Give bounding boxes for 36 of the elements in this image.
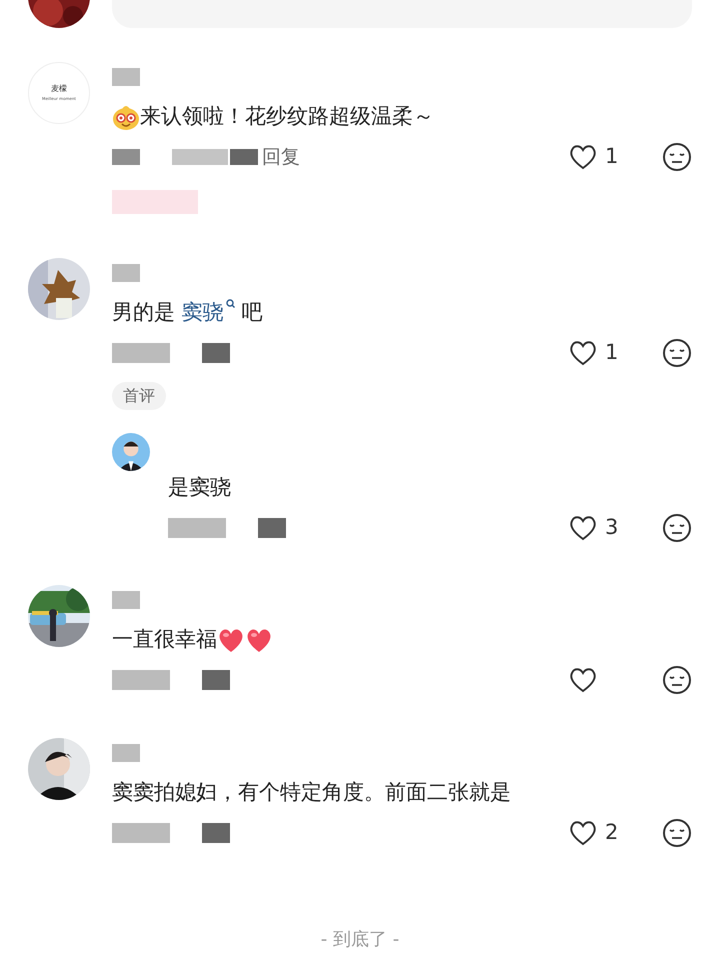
redaction-block [168, 518, 226, 538]
comment-text: 是窦骁 [168, 474, 231, 502]
redaction-block [258, 518, 286, 538]
redaction-block [230, 149, 258, 165]
like-count: 3 [605, 514, 618, 542]
redaction-block [112, 264, 140, 282]
redaction-block [112, 670, 170, 690]
redaction-block [112, 744, 140, 762]
dislike-icon[interactable] [662, 818, 692, 848]
topic-link[interactable]: 窦骁 [182, 297, 235, 329]
like-count: 1 [605, 339, 618, 366]
redaction-block [202, 823, 230, 843]
dislike-icon[interactable] [662, 665, 692, 695]
redaction-block [112, 68, 140, 86]
reply-link[interactable]: 回复 [262, 142, 300, 172]
redaction-block [112, 823, 170, 843]
redaction-block [112, 343, 170, 363]
dislike-icon[interactable] [662, 513, 692, 543]
comment-text: 窦窦拍媳妇，有个特定角度。前面二张就是 [112, 779, 511, 806]
dislike-icon[interactable] [662, 142, 692, 172]
redaction-block [202, 343, 230, 363]
comment-text: 来认领啦！花纱纹路超级温柔～ [140, 103, 434, 130]
redaction-block [112, 149, 140, 165]
like-count: 2 [605, 819, 618, 846]
dislike-icon[interactable] [662, 338, 692, 368]
redaction-block [172, 149, 228, 165]
search-icon [226, 299, 235, 308]
comment-text: 一直很幸福 [112, 626, 217, 654]
end-of-list-label: - 到底了 - [320, 928, 400, 952]
comment-text: 男的是 [112, 299, 176, 326]
redaction-block [202, 670, 230, 690]
first-comment-badge: 首评 [112, 382, 166, 410]
redaction-block [112, 591, 140, 609]
like-count: 1 [605, 143, 618, 170]
comment-text: 吧 [240, 299, 262, 326]
emoji-icon [112, 103, 140, 131]
